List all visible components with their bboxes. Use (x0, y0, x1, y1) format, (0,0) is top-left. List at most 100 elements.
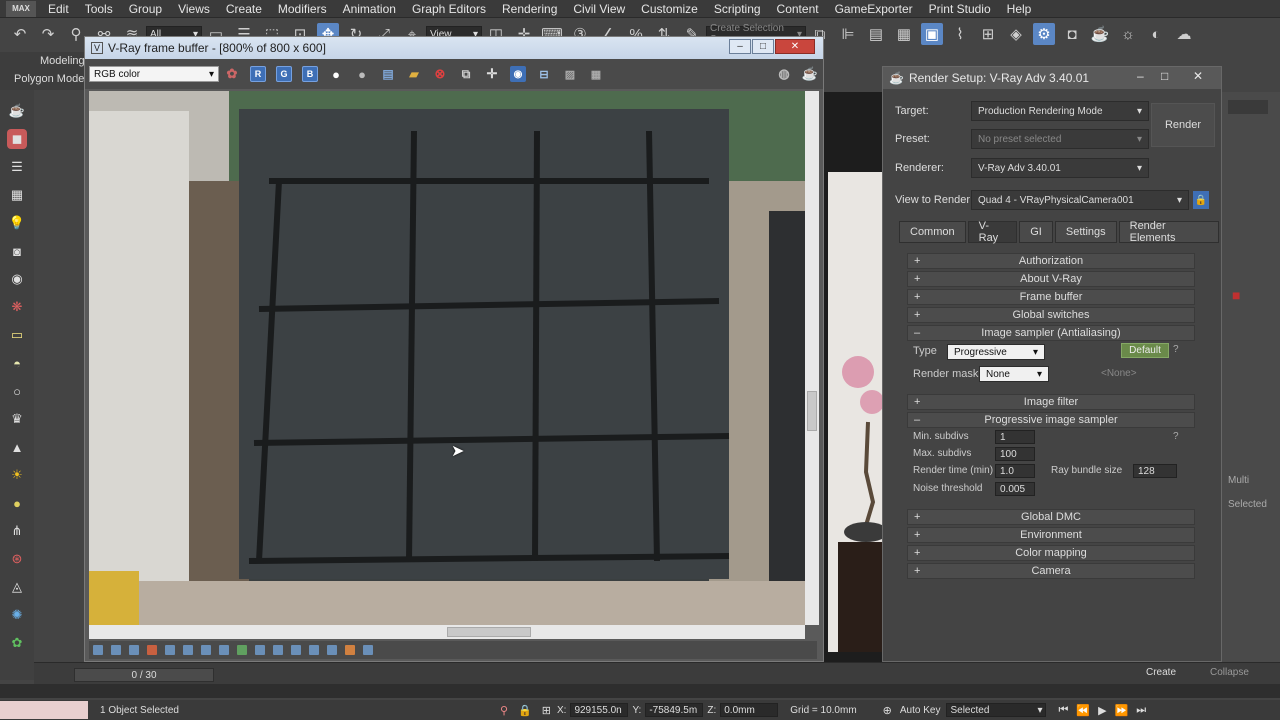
tab-gi[interactable]: GI (1019, 221, 1053, 243)
cone-light-icon[interactable]: ▲ (7, 437, 27, 457)
status-icon-1[interactable] (93, 645, 103, 655)
rollout-camera[interactable]: + Camera (907, 563, 1195, 579)
rollout-global-switches[interactable]: + Global switches (907, 307, 1195, 323)
menu-create[interactable]: Create (218, 0, 270, 18)
plane-icon[interactable]: ▭ (7, 325, 27, 345)
menu-rendering[interactable]: Rendering (494, 0, 565, 18)
lock-icon[interactable]: 🔒 (518, 704, 532, 717)
menu-animation[interactable]: Animation (335, 0, 404, 18)
status-icon-12[interactable] (291, 645, 301, 655)
close-button[interactable]: ✕ (775, 39, 815, 54)
help-icon[interactable]: ? (1173, 344, 1179, 355)
add-time-tag-icon[interactable]: ⊕ (883, 704, 892, 717)
maximize-button[interactable]: □ (1161, 69, 1168, 83)
menu-print-studio[interactable]: Print Studio (921, 0, 999, 18)
view-to-render-dropdown[interactable]: Quad 4 - VRayPhysicalCamera001 ▾ (971, 190, 1189, 210)
ribbon-tab-polygon-mode[interactable]: Polygon Mode (0, 70, 88, 88)
status-icon-16[interactable] (363, 645, 373, 655)
menu-content[interactable]: Content (769, 0, 827, 18)
next-frame-icon[interactable]: ⏩ (1115, 704, 1129, 717)
camera-icon[interactable]: ◙ (7, 241, 27, 261)
sun-icon[interactable]: ☀ (7, 465, 27, 485)
rollout-image-filter[interactable]: + Image filter (907, 394, 1195, 410)
app-logo[interactable]: MAX (6, 0, 36, 17)
status-icon-6[interactable] (183, 645, 193, 655)
render-time-field[interactable]: 1.0 (995, 464, 1035, 478)
rollout-color-mapping[interactable]: + Color mapping (907, 545, 1195, 561)
menu-help[interactable]: Help (999, 0, 1040, 18)
status-icon-14[interactable] (327, 645, 337, 655)
status-icon-3[interactable] (129, 645, 139, 655)
render-mask-dropdown[interactable]: None ▾ (979, 366, 1049, 382)
render-image[interactable]: ➤ (89, 91, 805, 625)
color-swatch-icon[interactable]: ■ (1232, 287, 1240, 303)
max-subdivs-field[interactable]: 100 (995, 447, 1035, 461)
particles-icon[interactable]: ❋ (7, 297, 27, 317)
noise-threshold-field[interactable]: 0.005 (995, 482, 1035, 496)
x-coordinate-field[interactable]: 929155.0n (570, 703, 629, 717)
goto-end-icon[interactable]: ⏭ (1136, 704, 1146, 717)
undo-icon[interactable]: ↶ (9, 23, 31, 45)
status-icon-7[interactable] (201, 645, 211, 655)
a360-cloud-icon[interactable]: ☁ (1173, 23, 1195, 45)
history-icon[interactable]: ▦ (588, 66, 604, 82)
menu-civil-view[interactable]: Civil View (565, 0, 633, 18)
minimize-button[interactable]: – (729, 39, 751, 54)
renderer-dropdown[interactable]: V-Ray Adv 3.40.01 ▾ (971, 158, 1149, 178)
green-channel-button[interactable]: G (276, 66, 292, 82)
menu-modifiers[interactable]: Modifiers (270, 0, 335, 18)
align-icon[interactable]: ⊫ (837, 23, 859, 45)
menu-scripting[interactable]: Scripting (706, 0, 769, 18)
mono-channel-icon[interactable]: ● (354, 66, 370, 82)
hair-icon[interactable]: ⋔ (7, 521, 27, 541)
tab-render-elements[interactable]: Render Elements (1118, 220, 1219, 244)
menu-gameexporter[interactable]: GameExporter (827, 0, 921, 18)
link-3dsmax-icon[interactable]: ⊟ (536, 66, 552, 82)
channel-dropdown[interactable]: RGB color ▾ (89, 66, 219, 82)
rendered-frame-window-icon[interactable]: ◘ (1061, 23, 1083, 45)
menu-tools[interactable]: Tools (77, 0, 121, 18)
alpha-channel-icon[interactable]: ● (328, 66, 344, 82)
rollout-progressive-sampler[interactable]: – Progressive image sampler (907, 412, 1195, 428)
status-icon-13[interactable] (309, 645, 319, 655)
schematic-view-icon[interactable]: ⊞ (977, 23, 999, 45)
status-icon-8[interactable] (219, 645, 229, 655)
clear-image-icon[interactable]: ⊗ (432, 66, 448, 82)
render-button[interactable]: Render (1151, 103, 1215, 147)
status-icon-2[interactable] (111, 645, 121, 655)
goto-start-icon[interactable]: ⏮ (1058, 704, 1068, 717)
create-button[interactable]: Create (1146, 667, 1176, 678)
sphere-icon[interactable]: ○ (7, 381, 27, 401)
vertical-scroll-thumb[interactable] (807, 391, 817, 431)
globe-icon[interactable]: ✺ (7, 605, 27, 625)
rollout-image-sampler[interactable]: – Image sampler (Antialiasing) (907, 325, 1195, 341)
maximize-button[interactable]: □ (752, 39, 774, 54)
duplicate-icon[interactable]: ⧉ (458, 66, 474, 82)
light-icon[interactable]: 💡 (7, 213, 27, 233)
close-button[interactable]: ✕ (1193, 69, 1203, 83)
material-icon[interactable]: ◼ (7, 129, 27, 149)
preset-dropdown[interactable]: No preset selected ▾ (971, 129, 1149, 149)
lens-effects-icon[interactable]: ▨ (562, 66, 578, 82)
redo-icon[interactable]: ↷ (37, 23, 59, 45)
sphere-light-icon[interactable]: ● (7, 493, 27, 513)
vertical-scrollbar[interactable] (805, 91, 819, 625)
teapot-icon[interactable]: ☕ (7, 101, 27, 121)
status-icon-5[interactable] (165, 645, 175, 655)
ribbon-tab-modeling[interactable]: Modeling (0, 52, 88, 70)
list-icon[interactable]: ☰ (7, 157, 27, 177)
menu-views[interactable]: Views (170, 0, 218, 18)
grass-icon[interactable]: ✿ (7, 633, 27, 653)
key-filter-dropdown[interactable]: Selected ▾ (946, 703, 1047, 717)
horizontal-scroll-thumb[interactable] (447, 627, 531, 637)
color-balance-icon[interactable]: ✿ (224, 66, 240, 82)
track-mouse-icon[interactable]: ✛ (484, 66, 500, 82)
collapse-button[interactable]: Collapse (1210, 667, 1249, 678)
dynamics-icon[interactable]: ⊛ (7, 549, 27, 569)
render-activeshade-icon[interactable]: ◐ (1145, 23, 1167, 45)
target-dropdown[interactable]: Production Rendering Mode ▾ (971, 101, 1149, 121)
sampler-type-dropdown[interactable]: Progressive ▾ (947, 344, 1045, 360)
auto-key-button[interactable]: Auto Key (900, 705, 941, 716)
blue-channel-button[interactable]: B (302, 66, 318, 82)
status-icon-10[interactable] (255, 645, 265, 655)
